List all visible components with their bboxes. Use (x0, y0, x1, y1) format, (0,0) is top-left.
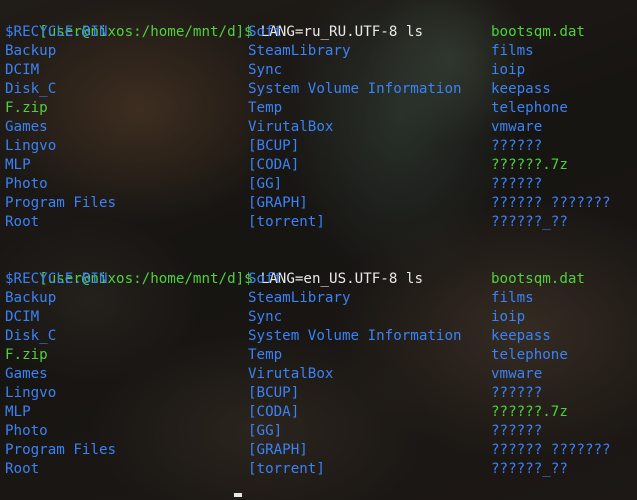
file-entry: [GRAPH] (248, 442, 308, 458)
file-entry: Photo (5, 423, 48, 439)
file-entry: Games (5, 119, 48, 135)
prompt-line: [user@nixos:/home/mnt/d]$ LANG=en_US.UTF-… (5, 251, 423, 287)
file-entry: [GG] (248, 423, 283, 439)
file-entry: Temp (248, 347, 283, 363)
file-entry: [GRAPH] (248, 195, 308, 211)
text-cursor (234, 493, 242, 497)
file-entry: ?????? (491, 385, 543, 401)
file-entry: ??????_?? (491, 214, 568, 230)
file-entry: Sync (248, 62, 283, 78)
file-entry: Soft (248, 24, 283, 40)
command-text: LANG=ru_RU.UTF-8 ls (260, 24, 424, 40)
file-entry: VirutalBox (248, 366, 334, 382)
file-entry: [torrent] (248, 214, 325, 230)
file-entry: DCIM (5, 309, 40, 325)
terminal-output[interactable]: [user@nixos:/home/mnt/d]$ LANG=ru_RU.UTF-… (5, 4, 633, 496)
file-entry: F.zip (5, 100, 48, 116)
file-entry: Backup (5, 290, 57, 306)
file-entry: Games (5, 366, 48, 382)
file-entry: DCIM (5, 62, 40, 78)
file-entry: ?????? (491, 176, 543, 192)
file-entry: vmware (491, 366, 543, 382)
file-entry: Temp (248, 100, 283, 116)
file-entry: [BCUP] (248, 385, 300, 401)
file-entry: telephone (491, 100, 568, 116)
file-entry: Program Files (5, 442, 117, 458)
file-entry: Program Files (5, 195, 117, 211)
file-entry: F.zip (5, 347, 48, 363)
file-entry: ioip (491, 62, 526, 78)
file-entry: films (491, 290, 534, 306)
file-entry: ??????_?? (491, 461, 568, 477)
file-entry: MLP (5, 404, 31, 420)
file-entry: Sync (248, 309, 283, 325)
file-entry: [GG] (248, 176, 283, 192)
file-entry: $RECYCLE.BIN (5, 24, 108, 40)
file-entry: Root (5, 461, 40, 477)
file-entry: vmware (491, 119, 543, 135)
file-entry: SteamLibrary (248, 43, 351, 59)
file-entry: [BCUP] (248, 138, 300, 154)
file-entry: Backup (5, 43, 57, 59)
file-entry: SteamLibrary (248, 290, 351, 306)
file-entry: MLP (5, 157, 31, 173)
file-entry: keepass (491, 81, 551, 97)
file-entry: ioip (491, 309, 526, 325)
file-entry: VirutalBox (248, 119, 334, 135)
file-entry: ?????? ??????? (491, 195, 611, 211)
file-entry: Disk_C (5, 328, 57, 344)
file-entry: films (491, 43, 534, 59)
file-entry: bootsqm.dat (491, 271, 585, 287)
file-entry: [torrent] (248, 461, 325, 477)
file-entry: System Volume Information (248, 81, 462, 97)
file-entry: ??????.7z (491, 404, 568, 420)
file-entry: keepass (491, 328, 551, 344)
file-entry: [CODA] (248, 157, 300, 173)
file-entry: Lingvo (5, 385, 57, 401)
prompt-line: [user@nixos:/home/mnt/d]$ LANG=ru_RU.UTF-… (5, 4, 423, 40)
file-entry: Photo (5, 176, 48, 192)
file-entry: $RECYCLE.BIN (5, 271, 108, 287)
file-entry: Disk_C (5, 81, 57, 97)
file-entry: ?????? (491, 138, 543, 154)
file-entry: ??????.7z (491, 157, 568, 173)
file-entry: telephone (491, 347, 568, 363)
file-entry: [CODA] (248, 404, 300, 420)
file-entry: Root (5, 214, 40, 230)
file-entry: ?????? ??????? (491, 442, 611, 458)
file-entry: Lingvo (5, 138, 57, 154)
file-entry: bootsqm.dat (491, 24, 585, 40)
command-text: LANG=en_US.UTF-8 ls (260, 271, 424, 287)
file-entry: ?????? (491, 423, 543, 439)
file-entry: Soft (248, 271, 283, 287)
file-entry: System Volume Information (248, 328, 462, 344)
